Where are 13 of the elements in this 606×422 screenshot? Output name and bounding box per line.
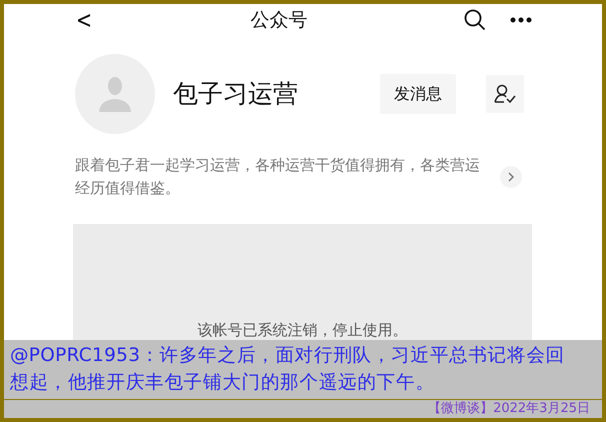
account-name: 包子习运营 <box>173 78 299 110</box>
message-button[interactable]: 发消息 <box>380 74 456 114</box>
follow-button[interactable] <box>486 75 524 113</box>
chevron-icon[interactable] <box>500 166 522 188</box>
page-title: 公众号 <box>250 8 308 33</box>
source-text: 【微博谈】2022年3月25日 <box>427 400 591 418</box>
notice-text: 该帐号已系统注销，停止使用。 <box>198 320 408 340</box>
person-check-icon <box>494 84 516 104</box>
account-description: 跟着包子君一起学习运营，各种运营干货值得拥有，各类营运经历值得借鉴。 <box>75 155 481 199</box>
back-button[interactable]: < <box>76 8 92 32</box>
more-icon[interactable] <box>510 17 532 23</box>
caption-text: @POPRC1953：许多年之后，面对行刑队，习近平总书记将会回想起，他推开庆丰包子铺大门的那个遥远的下午。 <box>4 340 602 400</box>
search-icon[interactable] <box>464 9 486 31</box>
